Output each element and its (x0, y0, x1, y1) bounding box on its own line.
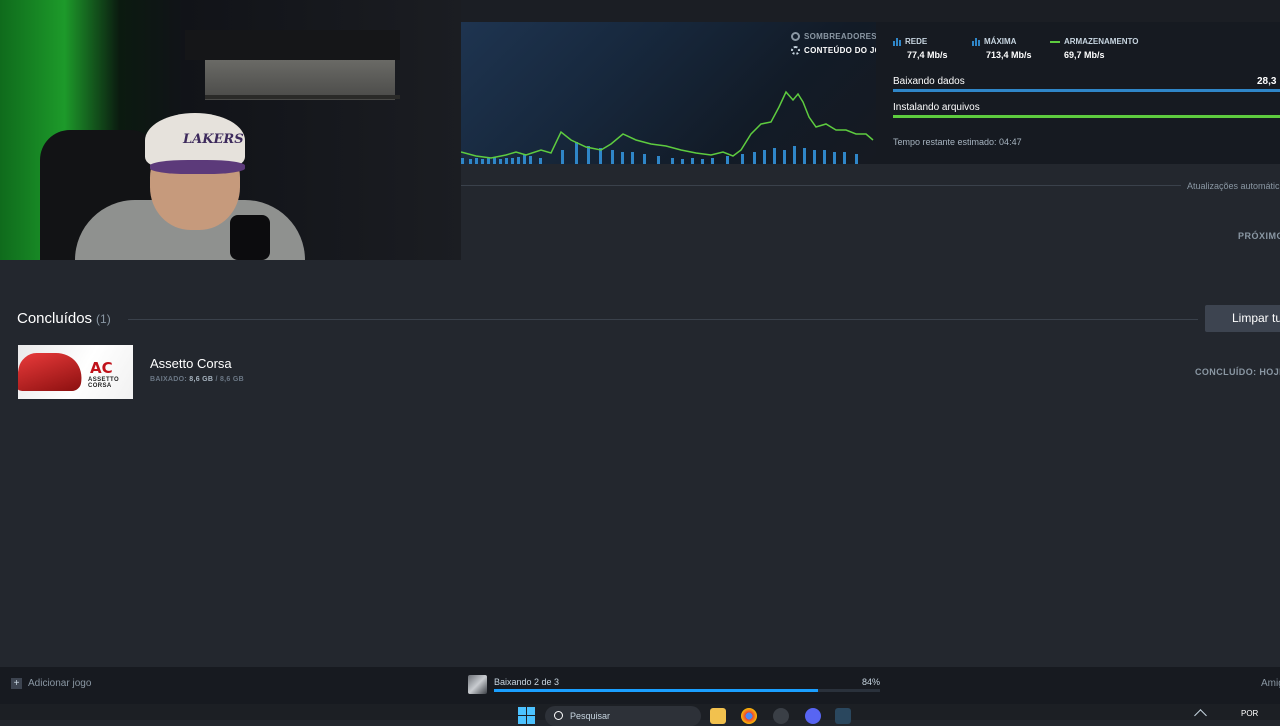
network-bar (481, 159, 484, 164)
network-bar (843, 152, 846, 164)
bar-chart-icon (893, 37, 901, 46)
game-thumbnail[interactable]: AC ASSETTO CORSA (18, 345, 133, 399)
completed-status: CONCLUÍDO: HOJE (1195, 367, 1280, 377)
webcam-overlay: LAKERS (0, 0, 461, 260)
language-indicator[interactable]: POR (1241, 709, 1258, 718)
network-bar (833, 152, 836, 164)
downloading-game-icon[interactable] (468, 675, 487, 694)
windows-taskbar: Pesquisar POR (0, 704, 1280, 726)
network-bar (773, 148, 776, 164)
network-bar (539, 158, 542, 164)
stat-network: REDE 77,4 Mb/s (893, 37, 948, 60)
friends-button[interactable]: Amig (1261, 678, 1280, 689)
network-bar (529, 156, 532, 164)
stat-peak: MÁXIMA 713,4 Mb/s (972, 37, 1032, 60)
status-bar: + Adicionar jogo Baixando 2 de 3 84% Ami… (0, 667, 1280, 704)
shaders-icon (791, 32, 800, 41)
downloading-data-label: Baixando dados (893, 76, 965, 87)
completed-count: (1) (96, 312, 111, 326)
network-bar (587, 146, 590, 164)
network-bar (783, 150, 786, 164)
network-bar (753, 152, 756, 164)
storage-line (461, 90, 874, 159)
network-bar (611, 150, 614, 164)
graph-legend: SOMBREADORES CONTEÚDO DO JOGO (791, 32, 876, 55)
download-progress-track (893, 89, 1280, 92)
network-bar (517, 157, 520, 164)
network-bar (823, 150, 826, 164)
cap-logo-text: LAKERS (183, 132, 244, 147)
network-bar (469, 159, 472, 164)
download-status-progress-fill (494, 689, 819, 692)
network-bar (643, 154, 646, 164)
network-bar (711, 158, 714, 164)
network-bar (701, 159, 704, 164)
queue-divider (461, 185, 1181, 186)
network-bar (575, 142, 578, 164)
stat-storage: ARMAZENAMENTO 69,7 Mb/s (1050, 37, 1139, 60)
network-bar (621, 152, 624, 164)
network-bar (487, 158, 490, 164)
network-bar (681, 159, 684, 164)
game-download-size: BAIXADO: 8,6 GB / 8,6 GB (150, 376, 244, 383)
completed-divider (128, 319, 1198, 320)
plus-icon: + (11, 678, 22, 689)
network-bar (631, 152, 634, 164)
legend-game-content: CONTEÚDO DO JOGO (791, 46, 876, 55)
network-bar (511, 158, 514, 164)
loading-icon (791, 46, 800, 55)
auto-updates-label[interactable]: Atualizações automátic (1187, 181, 1280, 191)
network-bar (855, 154, 858, 164)
network-bar (561, 150, 564, 164)
network-bar (803, 148, 806, 164)
downloading-data-value: 28,3 (1257, 76, 1277, 87)
taskbar-search[interactable]: Pesquisar (545, 706, 701, 726)
search-icon (554, 711, 563, 720)
discord-icon[interactable] (805, 708, 821, 724)
network-bar (657, 156, 660, 164)
download-graph-panel: SOMBREADORES CONTEÚDO DO JOGO REDE 77,4 … (461, 22, 1280, 164)
network-bar (461, 158, 464, 164)
network-bar (499, 159, 502, 164)
network-bar (691, 158, 694, 164)
game-name[interactable]: Assetto Corsa (150, 356, 232, 371)
download-status-progress (494, 689, 880, 692)
completed-section-title: Concluídos (1) (17, 310, 111, 327)
clear-all-button[interactable]: Limpar tu (1205, 305, 1280, 332)
network-bar (671, 158, 674, 164)
network-bar (726, 156, 729, 164)
network-bar (793, 146, 796, 164)
next-header: PRÓXIMO (1238, 231, 1280, 241)
app-icon[interactable] (773, 708, 789, 724)
bar-chart-icon (972, 37, 980, 46)
add-game-button[interactable]: + Adicionar jogo (11, 678, 91, 689)
install-progress-fill (893, 115, 1280, 118)
file-explorer-icon[interactable] (710, 708, 726, 724)
network-bar (741, 154, 744, 164)
network-bar (813, 150, 816, 164)
download-percent: 84% (862, 677, 881, 687)
car-image (18, 353, 87, 391)
network-bar (505, 158, 508, 164)
installing-files-label: Instalando arquivos (893, 102, 980, 113)
download-status-label[interactable]: Baixando 2 de 3 (494, 677, 559, 687)
network-bar (475, 158, 478, 164)
network-bar (763, 150, 766, 164)
estimated-time: Tempo restante estimado: 04:47 (893, 137, 1022, 147)
assetto-corsa-logo: AC (90, 359, 113, 377)
game-art-background: SOMBREADORES CONTEÚDO DO JOGO (461, 22, 876, 164)
windows-start-icon[interactable] (518, 707, 535, 724)
legend-shaders: SOMBREADORES (791, 32, 876, 41)
line-legend-icon (1050, 40, 1060, 43)
install-progress-track (893, 115, 1280, 118)
steam-icon[interactable] (835, 708, 851, 724)
download-progress-fill (893, 89, 1280, 92)
microphone (230, 215, 270, 260)
chrome-icon[interactable] (741, 708, 757, 724)
